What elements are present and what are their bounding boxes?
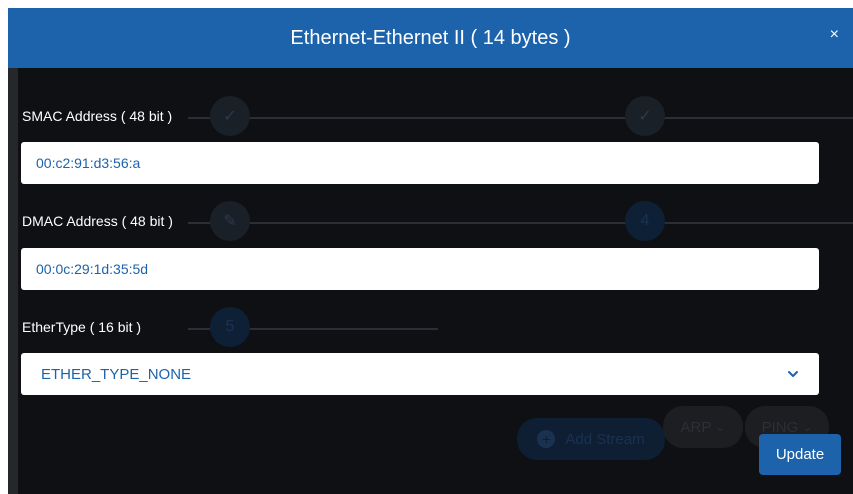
bg-step-check-icon: ✓ xyxy=(210,96,250,136)
bg-stepper-line xyxy=(188,222,853,224)
bg-ping-chevron-icon: ⌄ xyxy=(802,420,813,434)
bg-add-stream-button: + Add Stream xyxy=(517,418,665,460)
bg-add-stream-label: Add Stream xyxy=(565,430,645,448)
chevron-down-icon xyxy=(788,371,798,377)
smac-input[interactable] xyxy=(21,142,819,184)
close-icon[interactable]: × xyxy=(830,27,839,43)
bg-ping-label: PING xyxy=(761,418,799,436)
modal-dialog: Ethernet-Ethernet II ( 14 bytes ) × ✓ ✓ … xyxy=(8,8,853,494)
dmac-label: DMAC Address ( 48 bit ) xyxy=(22,213,173,229)
ethertype-selected-value: ETHER_TYPE_NONE xyxy=(41,365,192,383)
modal-title: Ethernet-Ethernet II ( 14 bytes ) xyxy=(290,26,571,49)
dmac-input[interactable] xyxy=(21,248,819,290)
bg-step-5: 5 xyxy=(210,307,250,347)
bg-arp-label: ARP xyxy=(680,418,712,436)
bg-arp-chevron-icon: ⌄ xyxy=(715,420,726,434)
bg-step-4: 4 xyxy=(625,201,665,241)
bg-stepper-line xyxy=(188,117,853,119)
bg-step-check-icon: ✓ xyxy=(625,96,665,136)
modal-header: Ethernet-Ethernet II ( 14 bytes ) × xyxy=(8,8,853,68)
ethertype-label: EtherType ( 16 bit ) xyxy=(22,319,142,335)
left-edge-bar xyxy=(8,68,18,494)
bg-step-edit-icon: ✎ xyxy=(210,201,250,241)
bg-arp-button: ARP ⌄ xyxy=(663,406,743,448)
update-button[interactable]: Update xyxy=(759,434,841,475)
bg-plus-icon: + xyxy=(537,430,556,448)
smac-label: SMAC Address ( 48 bit ) xyxy=(22,108,173,124)
ethertype-select[interactable]: ETHER_TYPE_NONE xyxy=(21,353,819,395)
